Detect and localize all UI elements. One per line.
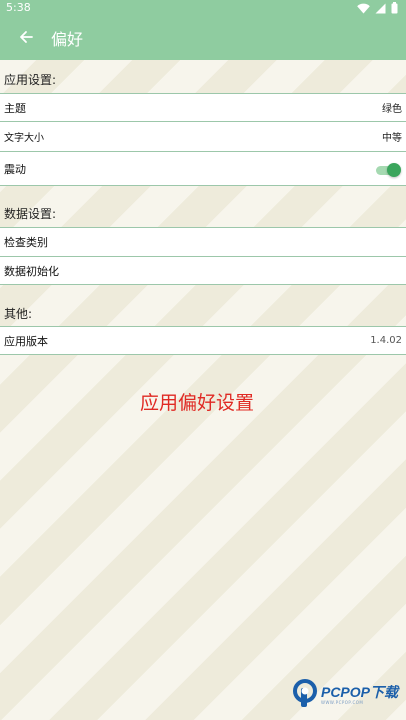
app-version-label: 应用版本 bbox=[4, 334, 48, 348]
app-version-value: 1.4.02 bbox=[370, 335, 402, 346]
status-time: 5:38 bbox=[6, 1, 31, 14]
arrow-left-icon bbox=[19, 29, 33, 48]
theme-value: 绿色 bbox=[382, 104, 402, 115]
theme-row[interactable]: 主题 绿色 bbox=[0, 93, 406, 122]
watermark-main-text: PCPOP下载 bbox=[320, 684, 398, 700]
font-size-value: 中等 bbox=[382, 133, 402, 144]
font-size-row[interactable]: 文字大小 中等 bbox=[0, 121, 406, 152]
signal-icon bbox=[375, 3, 386, 14]
section-header-data-settings: 数据设置: bbox=[4, 207, 57, 221]
vibration-toggle[interactable] bbox=[376, 162, 401, 177]
data-init-row[interactable]: 数据初始化 bbox=[0, 256, 406, 285]
watermark-text: PCPOP下载 WWW.PCPOP.COM bbox=[320, 684, 398, 706]
watermark: PCPOP下载 WWW.PCPOP.COM bbox=[292, 678, 398, 712]
caption-text: 应用偏好设置 bbox=[139, 392, 254, 414]
status-bar: 5:38 bbox=[0, 0, 406, 16]
font-size-label: 文字大小 bbox=[4, 133, 44, 144]
wifi-icon bbox=[357, 3, 370, 14]
status-icons bbox=[357, 2, 398, 14]
pcpop-logo-icon bbox=[292, 678, 318, 712]
page-title: 偏好 bbox=[51, 30, 84, 49]
vibration-label: 震动 bbox=[4, 162, 26, 176]
section-header-other: 其他: bbox=[4, 307, 33, 321]
vibration-row[interactable]: 震动 bbox=[0, 151, 406, 186]
section-header-app-settings: 应用设置: bbox=[4, 73, 57, 87]
watermark-sub-text: WWW.PCPOP.COM bbox=[320, 700, 364, 705]
app-version-row[interactable]: 应用版本 1.4.02 bbox=[0, 326, 406, 355]
theme-label: 主题 bbox=[4, 101, 26, 115]
battery-icon bbox=[391, 2, 398, 14]
app-bar: 偏好 bbox=[0, 16, 406, 60]
data-init-label: 数据初始化 bbox=[4, 264, 59, 278]
toggle-thumb bbox=[387, 162, 401, 177]
check-category-label: 检查类别 bbox=[4, 236, 48, 249]
check-category-row[interactable]: 检查类别 bbox=[0, 227, 406, 257]
back-button[interactable] bbox=[16, 28, 36, 48]
